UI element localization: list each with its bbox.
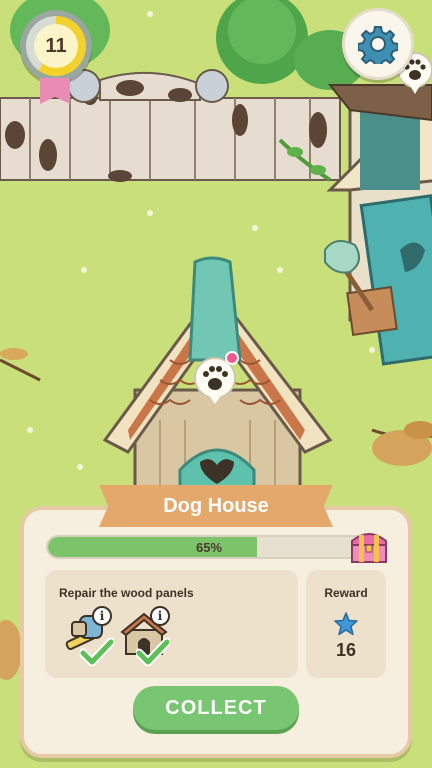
reward-value: 16 <box>335 640 357 660</box>
reward-label: Reward <box>324 586 368 600</box>
task-description: Repair the wood panels <box>59 586 194 600</box>
settings-button[interactable] <box>342 8 414 80</box>
checkmark-icon <box>136 638 170 666</box>
level-badge[interactable]: 11 <box>20 10 92 82</box>
info-icon[interactable]: i <box>92 606 112 626</box>
info-icon[interactable]: i <box>150 606 170 626</box>
blue-star-icon <box>334 612 358 636</box>
title-banner: Dog House <box>99 485 333 527</box>
gear-icon <box>358 26 398 64</box>
progress-percent: 65% <box>195 539 223 555</box>
treasure-chest-icon[interactable] <box>349 527 389 565</box>
level-number: 11 <box>45 34 67 57</box>
building-title: Dog House <box>163 494 269 517</box>
collect-button[interactable]: COLLECT <box>133 686 299 730</box>
checkmark-icon <box>80 638 114 666</box>
